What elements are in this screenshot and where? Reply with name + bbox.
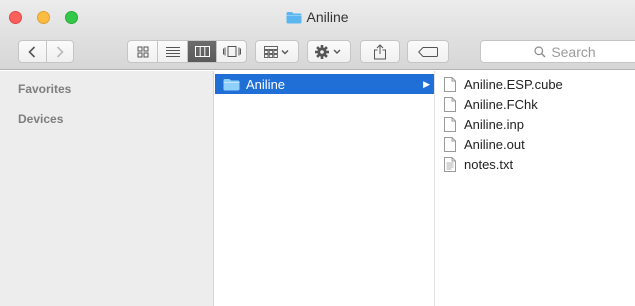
share-icon [374, 43, 386, 59]
file-row[interactable]: Aniline.FChk [444, 94, 538, 114]
document-icon [444, 116, 456, 132]
columns-icon [194, 46, 210, 57]
file-name: notes.txt [464, 156, 514, 172]
back-button[interactable] [19, 41, 46, 62]
tag-icon [418, 46, 438, 57]
search-field[interactable]: Search [480, 40, 635, 63]
sidebar-section-favorites[interactable]: Favorites [18, 82, 71, 96]
folder-row-label: Aniline [246, 76, 286, 92]
document-icon [444, 96, 456, 112]
tag-button[interactable] [407, 40, 449, 63]
folder-icon [223, 78, 240, 91]
file-row[interactable]: Aniline.ESP.cube [444, 74, 563, 94]
cover-flow-view-button[interactable] [216, 41, 246, 62]
file-name: Aniline.ESP.cube [464, 76, 563, 92]
arrange-button[interactable] [255, 40, 299, 63]
list-view-button[interactable] [157, 41, 187, 62]
share-button[interactable] [360, 40, 400, 63]
browser-column-1: Aniline ▶ [215, 71, 435, 306]
grid-icon [137, 46, 149, 57]
file-name: Aniline.inp [464, 116, 524, 132]
file-name: Aniline.FChk [464, 96, 538, 112]
chevron-right-icon [56, 45, 64, 58]
window-title-text: Aniline [306, 9, 349, 25]
arrange-grid-icon [264, 45, 289, 58]
sidebar-section-devices[interactable]: Devices [18, 112, 63, 126]
icon-view-button[interactable] [128, 41, 157, 62]
gear-icon [315, 44, 341, 59]
toolbar: Aniline Search [0, 0, 635, 70]
folder-row-aniline[interactable]: Aniline ▶ [215, 74, 434, 94]
document-icon [444, 136, 456, 152]
forward-button[interactable] [45, 41, 73, 62]
text-document-icon [444, 156, 456, 172]
sidebar: Favorites Devices [0, 71, 214, 306]
file-row[interactable]: Aniline.inp [444, 114, 524, 134]
document-icon [444, 76, 456, 92]
window-title: Aniline [0, 8, 635, 26]
search-placeholder: Search [551, 43, 596, 60]
finder-window: Aniline Search Favorites Devices Aniline… [0, 0, 635, 306]
file-row[interactable]: notes.txt [444, 154, 513, 174]
action-button[interactable] [307, 40, 351, 63]
list-icon [165, 47, 180, 57]
browser-column-2: Aniline.ESP.cube Aniline.FChk Aniline.in… [436, 71, 635, 306]
view-mode-group [127, 40, 247, 63]
chevron-left-icon [28, 45, 36, 58]
search-icon [534, 45, 546, 57]
column-view-button[interactable] [186, 41, 217, 62]
folder-icon [286, 10, 302, 28]
file-row[interactable]: Aniline.out [444, 134, 525, 154]
cover-flow-icon [222, 46, 241, 57]
file-name: Aniline.out [464, 136, 525, 152]
navigation-group [18, 40, 74, 63]
disclosure-arrow-icon: ▶ [423, 78, 430, 89]
